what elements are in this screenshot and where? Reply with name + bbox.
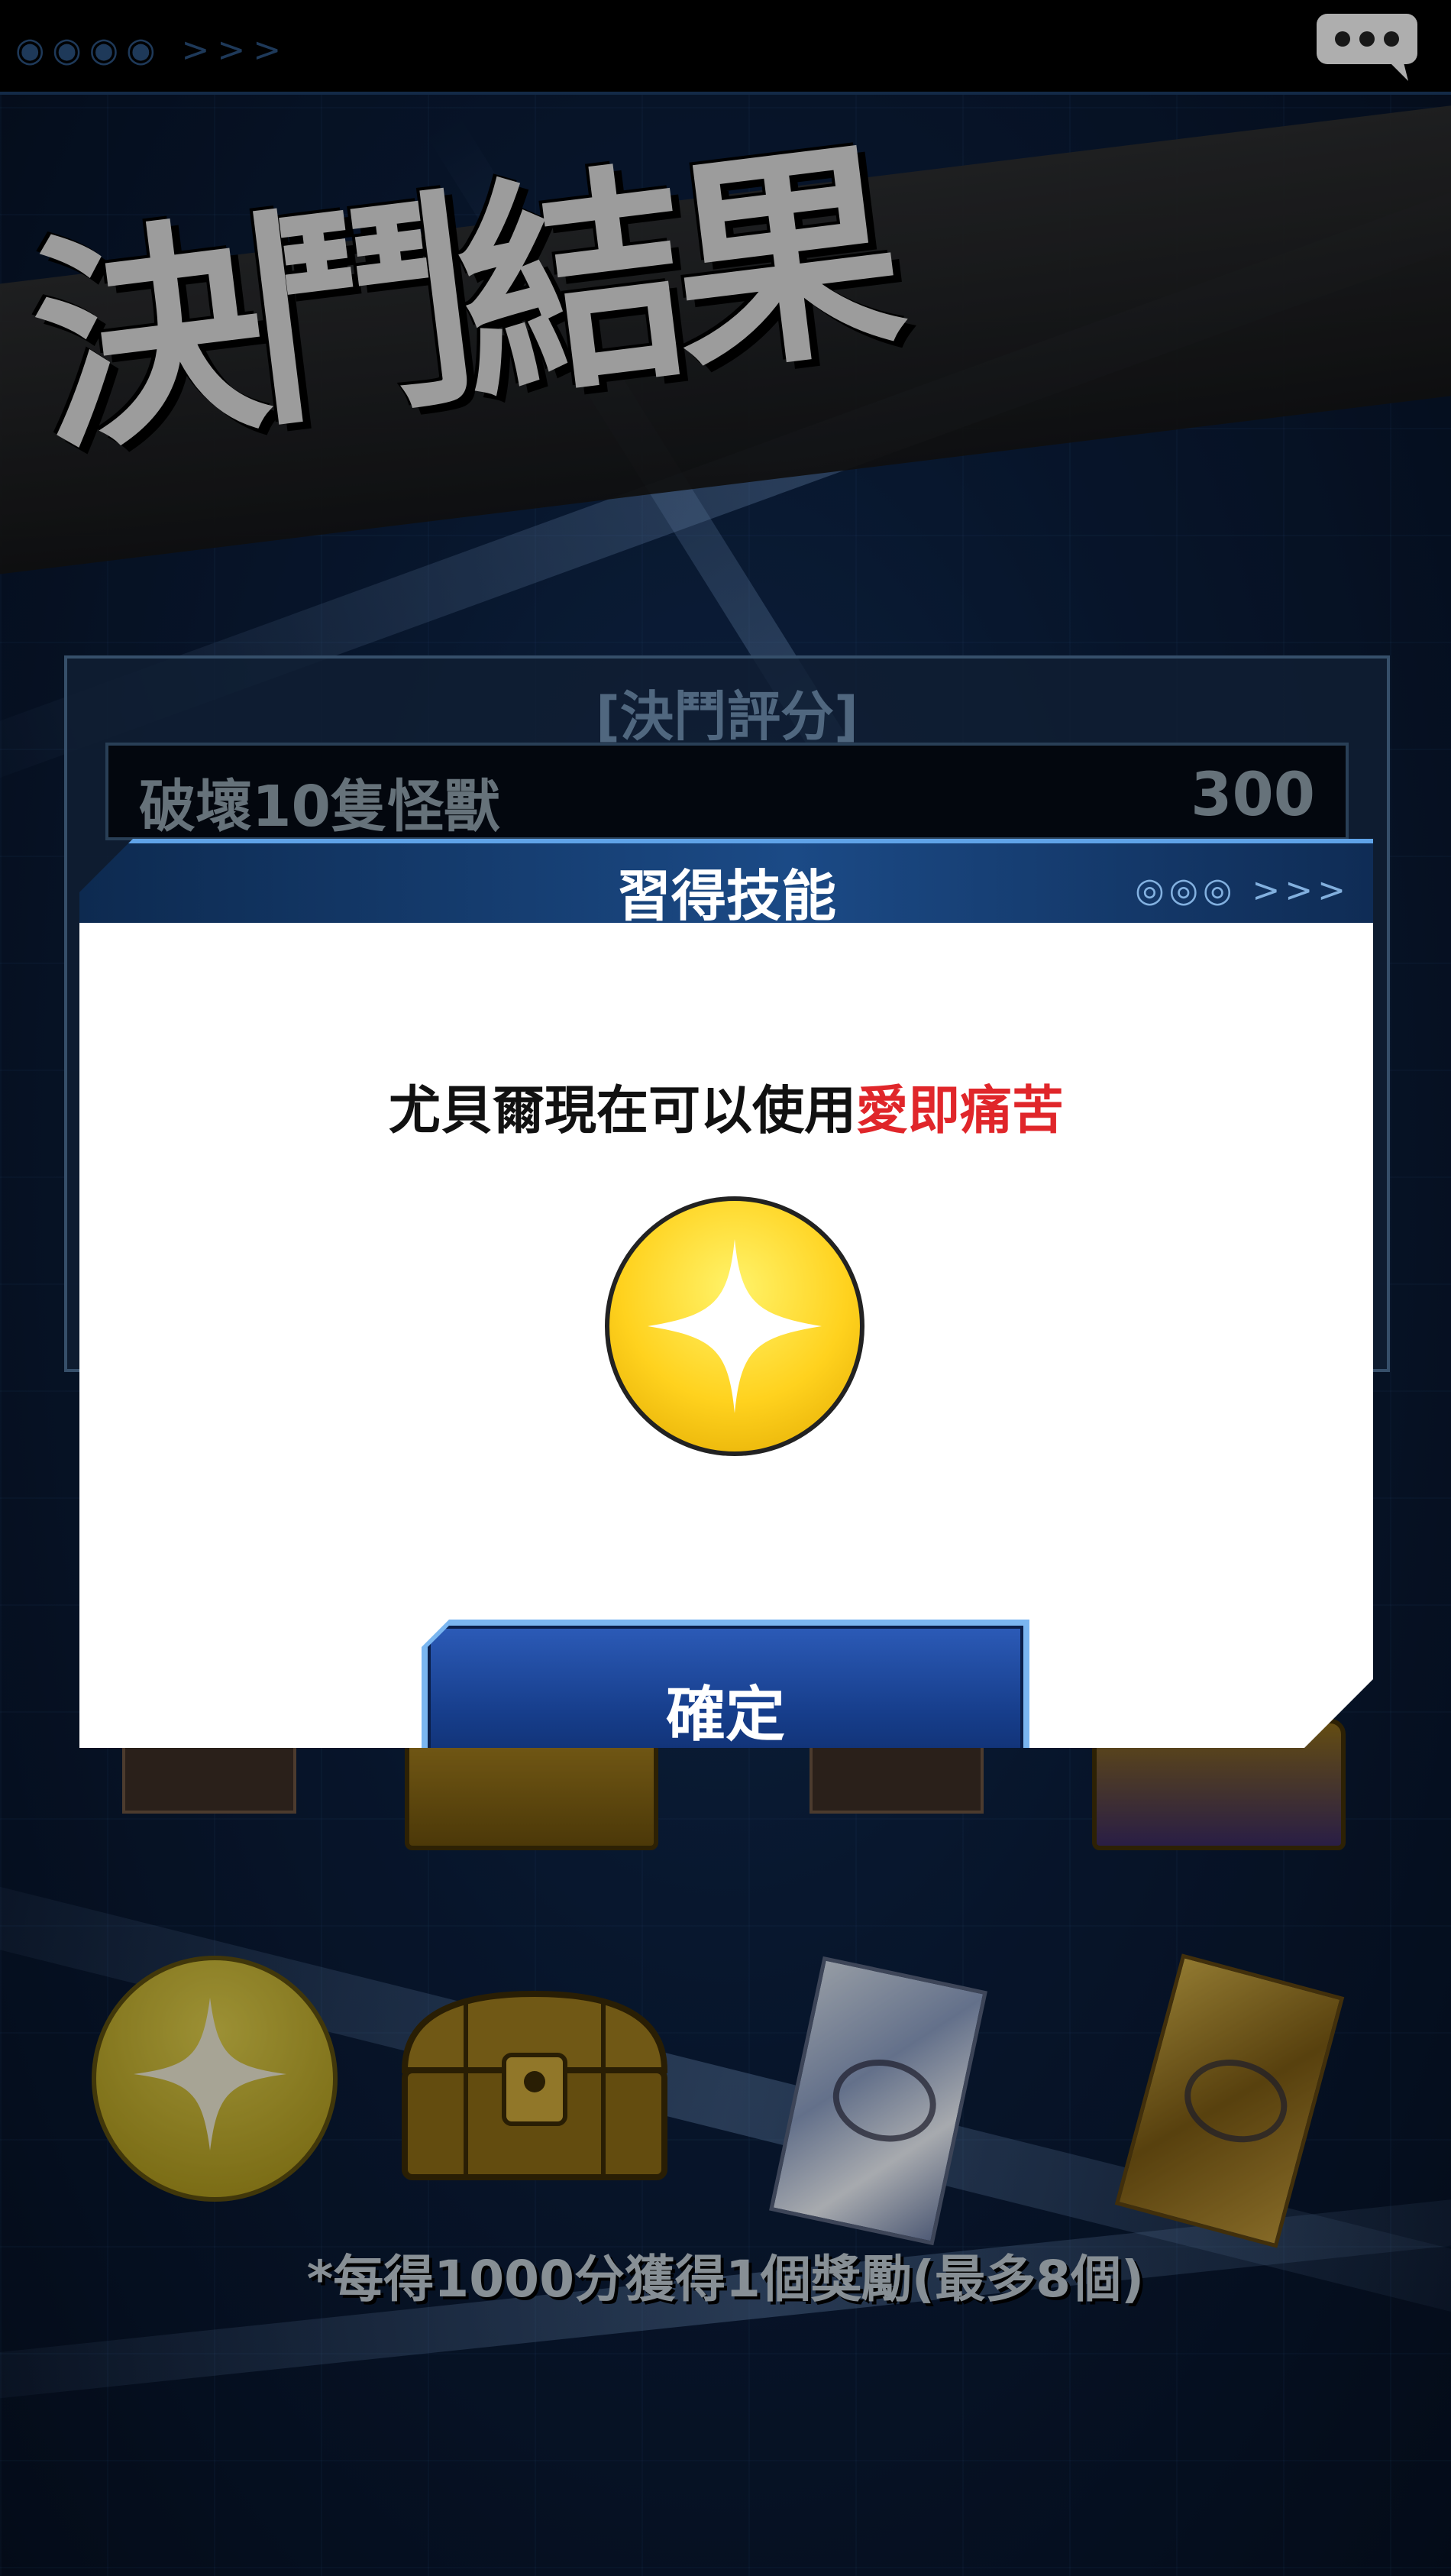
message-text: 尤貝爾現在可以使用 [388,1081,856,1141]
skill-learned-dialog: 習得技能 ◎◎◎ >>> 尤貝爾現在可以使用愛即痛苦 確定 [79,839,1373,1748]
dialog-header: 習得技能 ◎◎◎ >>> [79,839,1373,923]
confirm-button-label: 確定 [665,1681,785,1749]
skill-star-icon [605,1196,864,1456]
dialog-body: 尤貝爾現在可以使用愛即痛苦 確定 [79,923,1373,1748]
dialog-message: 尤貝爾現在可以使用愛即痛苦 [79,1068,1373,1144]
header-decoration: ◎◎◎ >>> [1135,871,1350,910]
skill-name: 愛即痛苦 [856,1081,1065,1141]
